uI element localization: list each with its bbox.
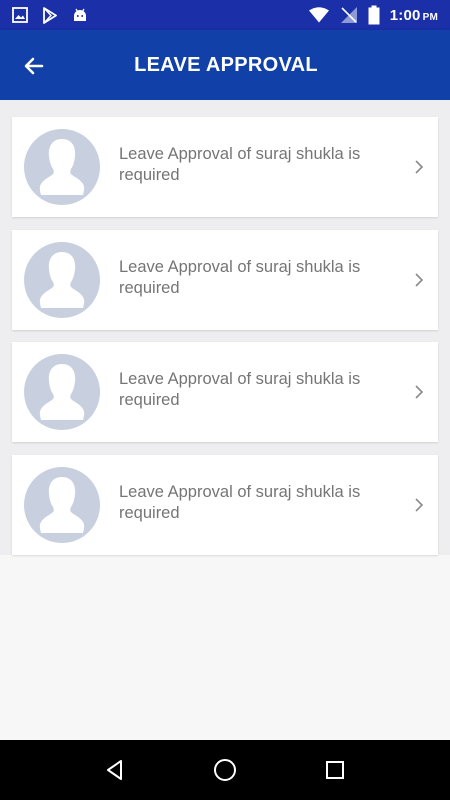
- nav-back-button[interactable]: [95, 750, 135, 790]
- status-bar: 1:00 PM: [0, 0, 450, 30]
- avatar: [24, 129, 100, 205]
- person-silhouette-icon: [39, 477, 85, 533]
- avatar: [24, 467, 100, 543]
- gallery-icon: [12, 7, 28, 23]
- chevron-right-icon: [412, 155, 426, 179]
- approval-text: Leave Approval of suraj shukla is requir…: [119, 258, 361, 297]
- nav-home-button[interactable]: [205, 750, 245, 790]
- battery-icon: [368, 5, 380, 25]
- status-left: [12, 6, 88, 24]
- list-item[interactable]: Leave Approval of suraj shukla is requir…: [12, 455, 438, 555]
- list-item[interactable]: Leave Approval of suraj shukla is requir…: [12, 117, 438, 217]
- person-silhouette-icon: [39, 139, 85, 195]
- back-triangle-icon: [107, 760, 122, 780]
- chevron-right-icon: [412, 268, 426, 292]
- list-item[interactable]: Leave Approval of suraj shukla is requir…: [12, 342, 438, 442]
- status-time: 1:00 PM: [389, 6, 438, 24]
- app-bar: LEAVE APPROVAL: [0, 30, 450, 100]
- wifi-icon: [308, 7, 330, 23]
- approval-text: Leave Approval of suraj shukla is requir…: [119, 483, 361, 522]
- play-store-icon: [42, 6, 58, 24]
- list-item[interactable]: Leave Approval of suraj shukla is requir…: [12, 230, 438, 330]
- person-silhouette-icon: [39, 252, 85, 308]
- no-signal-icon: [340, 6, 358, 24]
- page-title: LEAVE APPROVAL: [134, 53, 318, 76]
- chevron-right-icon: [412, 493, 426, 517]
- home-circle-icon: [214, 759, 236, 781]
- recents-square-icon: [326, 761, 344, 779]
- status-right: 1:00 PM: [308, 5, 438, 25]
- nav-recents-button[interactable]: [315, 750, 355, 790]
- approval-text: Leave Approval of suraj shukla is requir…: [119, 145, 361, 184]
- avatar: [24, 242, 100, 318]
- system-nav-bar: [0, 740, 450, 800]
- avatar: [24, 354, 100, 430]
- approval-list: Leave Approval of suraj shukla is requir…: [0, 100, 450, 555]
- person-silhouette-icon: [39, 364, 85, 420]
- chevron-right-icon: [412, 380, 426, 404]
- approval-text: Leave Approval of suraj shukla is requir…: [119, 370, 361, 409]
- android-icon: [72, 7, 88, 23]
